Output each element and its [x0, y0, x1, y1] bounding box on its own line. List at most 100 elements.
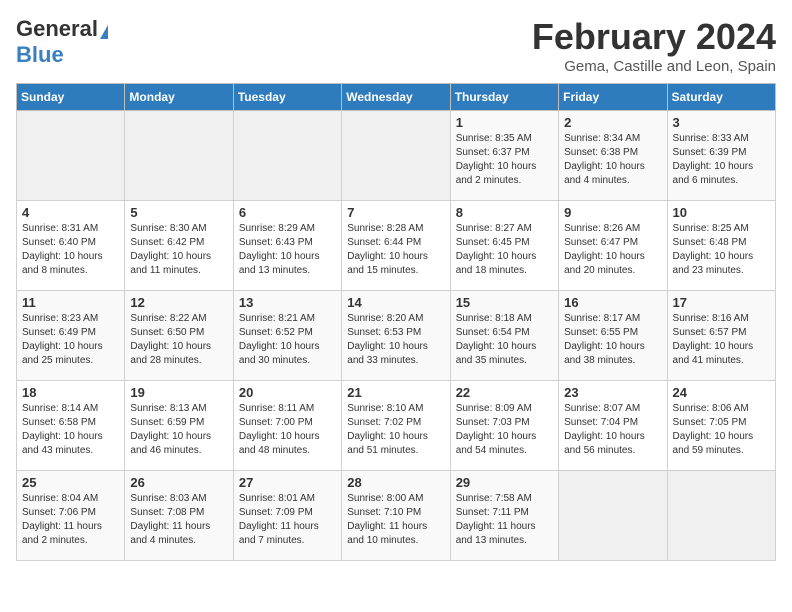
- header-cell-wednesday: Wednesday: [342, 84, 450, 111]
- day-cell: 1 Sunrise: 8:35 AM Sunset: 6:37 PM Daylig…: [450, 111, 558, 201]
- day-cell: [559, 471, 667, 561]
- day-info: Sunrise: 8:17 AM Sunset: 6:55 PM Dayligh…: [564, 312, 661, 368]
- day-cell: 26 Sunrise: 8:03 AM Sunset: 7:08 PM Dayli…: [125, 471, 233, 561]
- day-cell: 14Sunrise: 8:20 AM Sunset: 6:53 PM Dayli…: [342, 291, 450, 381]
- day-info: Sunrise: 8:13 AM Sunset: 6:59 PM Dayligh…: [130, 402, 227, 458]
- day-info: Sunrise: 8:27 AM Sunset: 6:45 PM Dayligh…: [456, 222, 553, 278]
- day-number: 27: [239, 475, 336, 490]
- day-number: 7: [347, 205, 444, 220]
- header-cell-thursday: Thursday: [450, 84, 558, 111]
- day-number: 19: [130, 385, 227, 400]
- day-cell: 22 Sunrise: 8:09 AM Sunset: 7:03 PM Dayli…: [450, 381, 558, 471]
- week-row-0: 1 Sunrise: 8:35 AM Sunset: 6:37 PM Daylig…: [17, 111, 776, 201]
- header-cell-saturday: Saturday: [667, 84, 775, 111]
- day-info: Sunrise: 8:25 AM Sunset: 6:48 PM Dayligh…: [673, 222, 770, 278]
- day-info: Sunrise: 8:06 AM Sunset: 7:05 PM Dayligh…: [673, 402, 770, 458]
- location: Gema, Castille and Leon, Spain: [532, 58, 776, 75]
- day-number: 18: [22, 385, 119, 400]
- day-cell: 15Sunrise: 8:18 AM Sunset: 6:54 PM Dayli…: [450, 291, 558, 381]
- day-info: Sunrise: 8:22 AM Sunset: 6:50 PM Dayligh…: [130, 312, 227, 368]
- day-cell: 2Sunrise: 8:34 AM Sunset: 6:38 PM Daylig…: [559, 111, 667, 201]
- day-number: 3: [673, 115, 770, 130]
- day-cell: 19 Sunrise: 8:13 AM Sunset: 6:59 PM Dayli…: [125, 381, 233, 471]
- day-number: 20: [239, 385, 336, 400]
- day-info: Sunrise: 8:23 AM Sunset: 6:49 PM Dayligh…: [22, 312, 119, 368]
- week-row-3: 18 Sunrise: 8:14 AM Sunset: 6:58 PM Dayli…: [17, 381, 776, 471]
- day-number: 9: [564, 205, 661, 220]
- logo-icon: [100, 25, 108, 39]
- day-info: Sunrise: 8:29 AM Sunset: 6:43 PM Dayligh…: [239, 222, 336, 278]
- page-header: General Blue February 2024 Gema, Castill…: [16, 16, 776, 75]
- day-cell: 10 Sunrise: 8:25 AM Sunset: 6:48 PM Dayli…: [667, 201, 775, 291]
- day-cell: 21Sunrise: 8:10 AM Sunset: 7:02 PM Dayli…: [342, 381, 450, 471]
- title-area: February 2024 Gema, Castille and Leon, S…: [532, 16, 776, 75]
- day-cell: 27 Sunrise: 8:01 AM Sunset: 7:09 PM Dayli…: [233, 471, 341, 561]
- day-cell: [125, 111, 233, 201]
- logo: General Blue: [16, 16, 108, 68]
- day-cell: 8 Sunrise: 8:27 AM Sunset: 6:45 PM Daylig…: [450, 201, 558, 291]
- day-number: 6: [239, 205, 336, 220]
- day-number: 8: [456, 205, 553, 220]
- day-cell: 5Sunrise: 8:30 AM Sunset: 6:42 PM Daylig…: [125, 201, 233, 291]
- day-info: Sunrise: 8:33 AM Sunset: 6:39 PM Dayligh…: [673, 132, 770, 188]
- day-info: Sunrise: 8:18 AM Sunset: 6:54 PM Dayligh…: [456, 312, 553, 368]
- day-cell: 23Sunrise: 8:07 AM Sunset: 7:04 PM Dayli…: [559, 381, 667, 471]
- day-number: 17: [673, 295, 770, 310]
- calendar-body: 1 Sunrise: 8:35 AM Sunset: 6:37 PM Daylig…: [17, 111, 776, 561]
- header-cell-sunday: Sunday: [17, 84, 125, 111]
- day-cell: 29 Sunrise: 7:58 AM Sunset: 7:11 PM Dayli…: [450, 471, 558, 561]
- day-info: Sunrise: 8:01 AM Sunset: 7:09 PM Dayligh…: [239, 492, 336, 548]
- logo-general: General: [16, 16, 98, 41]
- day-cell: 6 Sunrise: 8:29 AM Sunset: 6:43 PM Daylig…: [233, 201, 341, 291]
- day-info: Sunrise: 8:04 AM Sunset: 7:06 PM Dayligh…: [22, 492, 119, 548]
- day-number: 12: [130, 295, 227, 310]
- day-info: Sunrise: 8:16 AM Sunset: 6:57 PM Dayligh…: [673, 312, 770, 368]
- day-info: Sunrise: 8:00 AM Sunset: 7:10 PM Dayligh…: [347, 492, 444, 548]
- day-cell: 13Sunrise: 8:21 AM Sunset: 6:52 PM Dayli…: [233, 291, 341, 381]
- day-number: 26: [130, 475, 227, 490]
- day-number: 22: [456, 385, 553, 400]
- header-cell-friday: Friday: [559, 84, 667, 111]
- day-cell: [233, 111, 341, 201]
- header-cell-monday: Monday: [125, 84, 233, 111]
- week-row-1: 4 Sunrise: 8:31 AM Sunset: 6:40 PM Daylig…: [17, 201, 776, 291]
- day-number: 16: [564, 295, 661, 310]
- day-cell: 17 Sunrise: 8:16 AM Sunset: 6:57 PM Dayli…: [667, 291, 775, 381]
- day-number: 28: [347, 475, 444, 490]
- logo-blue-text: Blue: [16, 42, 64, 68]
- day-info: Sunrise: 8:28 AM Sunset: 6:44 PM Dayligh…: [347, 222, 444, 278]
- day-cell: 28 Sunrise: 8:00 AM Sunset: 7:10 PM Dayli…: [342, 471, 450, 561]
- day-cell: 3 Sunrise: 8:33 AM Sunset: 6:39 PM Daylig…: [667, 111, 775, 201]
- day-number: 1: [456, 115, 553, 130]
- day-info: Sunrise: 7:58 AM Sunset: 7:11 PM Dayligh…: [456, 492, 553, 548]
- day-info: Sunrise: 8:30 AM Sunset: 6:42 PM Dayligh…: [130, 222, 227, 278]
- day-info: Sunrise: 8:21 AM Sunset: 6:52 PM Dayligh…: [239, 312, 336, 368]
- day-cell: 7 Sunrise: 8:28 AM Sunset: 6:44 PM Daylig…: [342, 201, 450, 291]
- day-number: 10: [673, 205, 770, 220]
- calendar-header: SundayMondayTuesdayWednesdayThursdayFrid…: [17, 84, 776, 111]
- day-cell: [342, 111, 450, 201]
- day-info: Sunrise: 8:11 AM Sunset: 7:00 PM Dayligh…: [239, 402, 336, 458]
- day-cell: 24Sunrise: 8:06 AM Sunset: 7:05 PM Dayli…: [667, 381, 775, 471]
- day-number: 29: [456, 475, 553, 490]
- day-number: 25: [22, 475, 119, 490]
- day-info: Sunrise: 8:03 AM Sunset: 7:08 PM Dayligh…: [130, 492, 227, 548]
- week-row-4: 25 Sunrise: 8:04 AM Sunset: 7:06 PM Dayli…: [17, 471, 776, 561]
- day-number: 11: [22, 295, 119, 310]
- day-number: 4: [22, 205, 119, 220]
- day-cell: 16 Sunrise: 8:17 AM Sunset: 6:55 PM Dayli…: [559, 291, 667, 381]
- day-info: Sunrise: 8:34 AM Sunset: 6:38 PM Dayligh…: [564, 132, 661, 188]
- day-info: Sunrise: 8:20 AM Sunset: 6:53 PM Dayligh…: [347, 312, 444, 368]
- month-title: February 2024: [532, 16, 776, 58]
- day-cell: 12 Sunrise: 8:22 AM Sunset: 6:50 PM Dayli…: [125, 291, 233, 381]
- day-info: Sunrise: 8:14 AM Sunset: 6:58 PM Dayligh…: [22, 402, 119, 458]
- day-info: Sunrise: 8:31 AM Sunset: 6:40 PM Dayligh…: [22, 222, 119, 278]
- header-cell-tuesday: Tuesday: [233, 84, 341, 111]
- day-info: Sunrise: 8:09 AM Sunset: 7:03 PM Dayligh…: [456, 402, 553, 458]
- day-cell: 20 Sunrise: 8:11 AM Sunset: 7:00 PM Dayli…: [233, 381, 341, 471]
- logo-text: General: [16, 16, 108, 42]
- day-cell: [17, 111, 125, 201]
- logo-blue: Blue: [16, 42, 64, 67]
- calendar-table: SundayMondayTuesdayWednesdayThursdayFrid…: [16, 83, 776, 561]
- day-info: Sunrise: 8:35 AM Sunset: 6:37 PM Dayligh…: [456, 132, 553, 188]
